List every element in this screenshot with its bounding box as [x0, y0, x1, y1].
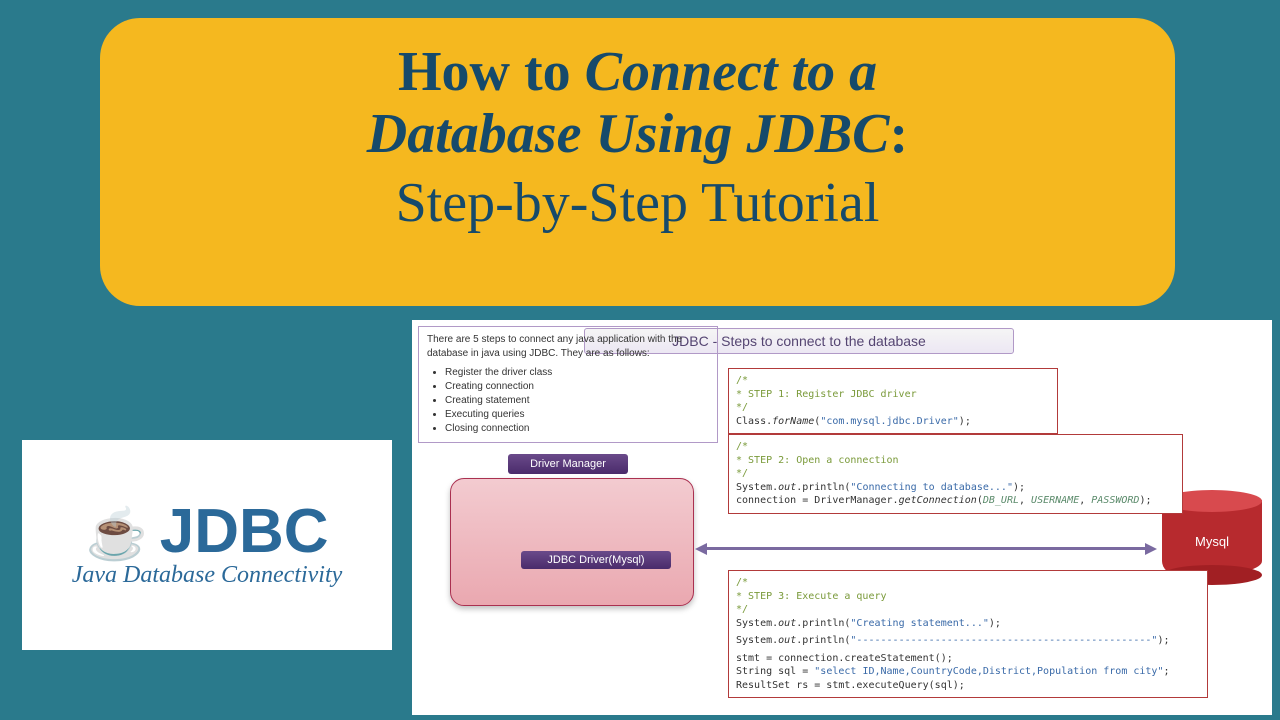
code-comment: */ — [736, 467, 1175, 481]
jdbc-logo-card: ☕ JDBC Java Database Connectivity — [22, 440, 392, 650]
diagram-panel: JDBC - Steps to connect to the database … — [412, 320, 1272, 715]
code-comment: */ — [736, 603, 1200, 617]
title-line-1: How to Connect to a — [140, 42, 1135, 104]
list-item: Closing connection — [445, 422, 709, 436]
java-cup-icon: ☕ — [85, 509, 147, 559]
driver-box: JDBC Driver(Mysql) — [450, 478, 694, 606]
code-line: System.out.println("Connecting to databa… — [736, 481, 1175, 495]
steps-box: There are 5 steps to connect any java ap… — [418, 326, 718, 443]
title-italic: Connect to a — [585, 41, 877, 103]
code-step-2: /* * STEP 2: Open a connection */ System… — [728, 434, 1183, 514]
code-comment: /* — [736, 576, 1200, 590]
colon: : — [890, 103, 909, 165]
code-line: connection = DriverManager.getConnection… — [736, 494, 1175, 508]
code-line: stmt = connection.createStatement(); — [736, 652, 1200, 666]
title-line-3: Step-by-Step Tutorial — [140, 173, 1135, 235]
database-label: Mysql — [1162, 534, 1262, 549]
code-line: System.out.println("--------------------… — [736, 634, 1200, 648]
list-item: Creating statement — [445, 394, 709, 408]
code-line: System.out.println("Creating statement..… — [736, 617, 1200, 631]
title-italic: Database Using JDBC — [367, 103, 890, 165]
jdbc-acronym: JDBC — [160, 496, 329, 567]
code-comment: * STEP 1: Register JDBC driver — [736, 388, 1050, 402]
list-item: Creating connection — [445, 380, 709, 394]
title-text: How to — [398, 41, 585, 103]
code-comment: */ — [736, 401, 1050, 415]
arrow-right-icon — [1145, 543, 1157, 555]
steps-intro: There are 5 steps to connect any java ap… — [427, 333, 709, 361]
code-line: ResultSet rs = stmt.executeQuery(sql); — [736, 679, 1200, 693]
code-line: Class.forName("com.mysql.jdbc.Driver"); — [736, 415, 1050, 429]
code-comment: * STEP 3: Execute a query — [736, 590, 1200, 604]
title-line-2: Database Using JDBC: — [140, 104, 1135, 166]
code-line: String sql = "select ID,Name,CountryCode… — [736, 665, 1200, 679]
code-comment: /* — [736, 440, 1175, 454]
driver-manager-label: Driver Manager — [508, 454, 628, 474]
jdbc-subtitle: Java Database Connectivity — [72, 562, 343, 589]
logo-row: ☕ JDBC — [85, 501, 328, 567]
code-step-3: /* * STEP 3: Execute a query */ System.o… — [728, 570, 1208, 698]
driver-inner-label: JDBC Driver(Mysql) — [521, 551, 671, 569]
code-comment: /* — [736, 374, 1050, 388]
title-card: How to Connect to a Database Using JDBC:… — [100, 18, 1175, 306]
arrow-line — [703, 547, 1149, 550]
steps-list: Register the driver class Creating conne… — [445, 366, 709, 436]
list-item: Register the driver class — [445, 366, 709, 380]
list-item: Executing queries — [445, 408, 709, 422]
code-step-1: /* * STEP 1: Register JDBC driver */ Cla… — [728, 368, 1058, 434]
code-comment: * STEP 2: Open a connection — [736, 454, 1175, 468]
connection-arrow — [695, 544, 1157, 554]
